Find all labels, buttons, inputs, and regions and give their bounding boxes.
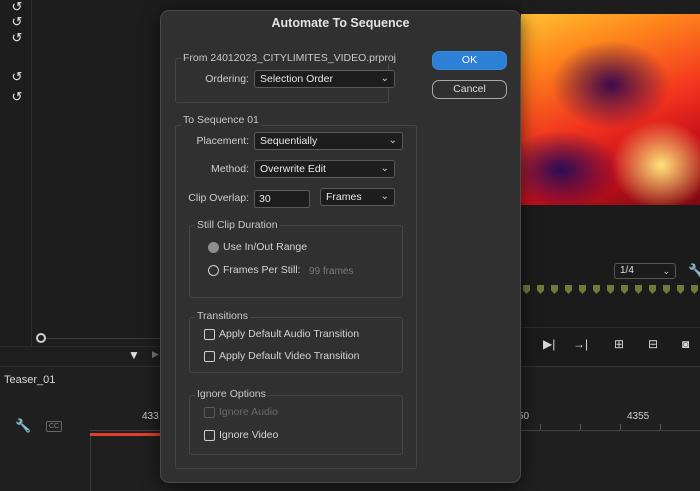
- work-area-bar[interactable]: [90, 433, 160, 436]
- keyframe-column: [0, 0, 32, 372]
- still-clip-legend: Still Clip Duration: [195, 219, 280, 231]
- apply-audio-transition-label[interactable]: Apply Default Audio Transition: [219, 328, 359, 340]
- placement-value: Sequentially: [260, 135, 318, 147]
- ignore-video-checkbox[interactable]: [204, 430, 215, 441]
- chevron-down-icon: ⌄: [388, 135, 397, 146]
- ordering-label: Ordering:: [205, 73, 249, 85]
- from-group-legend: From 24012023_CITYLIMITES_VIDEO.prproj: [181, 52, 399, 64]
- filter-icon[interactable]: ▼: [128, 348, 140, 362]
- zoom-slider-handle[interactable]: [36, 333, 46, 343]
- chevron-down-icon: ⌄: [380, 163, 389, 174]
- time-ruler[interactable]: [521, 430, 700, 431]
- wrench-icon[interactable]: 🔧: [688, 263, 700, 279]
- transitions-legend: Transitions: [195, 310, 250, 322]
- ordering-value: Selection Order: [260, 73, 333, 85]
- monitor-header: [521, 0, 700, 14]
- track-divider: [90, 436, 91, 491]
- ignore-options-legend: Ignore Options: [195, 388, 268, 400]
- time-ruler[interactable]: [90, 430, 160, 431]
- clip-overlap-unit-value: Frames: [326, 191, 362, 203]
- lift-icon[interactable]: ⊞: [614, 337, 624, 351]
- ok-button[interactable]: OK: [432, 51, 507, 70]
- clip-overlap-unit-select[interactable]: Frames ⌄: [320, 188, 395, 206]
- reset-icon[interactable]: ↺: [10, 31, 24, 45]
- ruler-timecode: 433: [142, 411, 159, 422]
- marker-strip: [521, 285, 700, 297]
- camera-icon[interactable]: ◙: [682, 337, 689, 351]
- ordering-select[interactable]: Selection Order ⌄: [254, 70, 395, 88]
- chevron-right-icon[interactable]: ▶: [152, 349, 159, 360]
- apply-video-transition-checkbox[interactable]: [204, 351, 215, 362]
- placement-select[interactable]: Sequentially ⌄: [254, 132, 403, 150]
- zoom-slider-track: [46, 338, 160, 339]
- still-clip-group: [189, 225, 403, 298]
- method-select[interactable]: Overwrite Edit ⌄: [254, 160, 395, 178]
- resolution-value: 1/4: [620, 265, 634, 276]
- extract-icon[interactable]: ⊟: [648, 337, 658, 351]
- sequence-tab[interactable]: Teaser_01: [4, 374, 55, 386]
- clip-overlap-label: Clip Overlap:: [188, 192, 249, 204]
- automate-to-sequence-dialog: Automate To Sequence From 24012023_CITYL…: [160, 10, 521, 483]
- method-value: Overwrite Edit: [260, 163, 326, 175]
- apply-audio-transition-checkbox[interactable]: [204, 329, 215, 340]
- wrench-icon[interactable]: 🔧: [15, 418, 31, 434]
- reset-icon[interactable]: ↺: [10, 70, 24, 84]
- dialog-title: Automate To Sequence: [271, 16, 410, 30]
- to-group-legend: To Sequence 01: [181, 114, 261, 126]
- ignore-audio-label: Ignore Audio: [219, 406, 278, 418]
- method-label: Method:: [211, 163, 249, 175]
- captions-icon[interactable]: CC: [46, 421, 62, 432]
- apply-video-transition-label[interactable]: Apply Default Video Transition: [219, 350, 359, 362]
- chevron-down-icon: ⌄: [380, 191, 389, 202]
- reset-icon[interactable]: ↺: [10, 90, 24, 104]
- clip-overlap-input[interactable]: 30: [254, 190, 310, 208]
- ignore-video-label[interactable]: Ignore Video: [219, 429, 278, 441]
- effect-controls-panel: [0, 0, 160, 372]
- placement-label: Placement:: [196, 135, 249, 147]
- reset-icon[interactable]: ↺: [10, 0, 24, 14]
- ignore-options-group: [189, 395, 403, 455]
- chevron-down-icon: ⌄: [662, 266, 670, 276]
- play-icon[interactable]: ▶|: [543, 337, 555, 351]
- ignore-audio-checkbox: [204, 407, 215, 418]
- frames-per-still-label[interactable]: Frames Per Still:: [223, 264, 301, 276]
- frames-value: 99 frames: [309, 266, 354, 277]
- use-in-out-radio[interactable]: [208, 242, 219, 253]
- chevron-down-icon: ⌄: [380, 73, 389, 84]
- use-in-out-label[interactable]: Use In/Out Range: [223, 241, 307, 253]
- ruler-timecode: 4355: [627, 411, 650, 422]
- program-monitor-video: [521, 0, 700, 205]
- transitions-group: [189, 317, 403, 373]
- resolution-select[interactable]: 1/4 ⌄: [614, 263, 676, 279]
- cancel-button[interactable]: Cancel: [432, 80, 507, 99]
- step-forward-icon[interactable]: →|: [573, 337, 588, 351]
- frames-per-still-radio[interactable]: [208, 265, 219, 276]
- reset-icon[interactable]: ↺: [10, 15, 24, 29]
